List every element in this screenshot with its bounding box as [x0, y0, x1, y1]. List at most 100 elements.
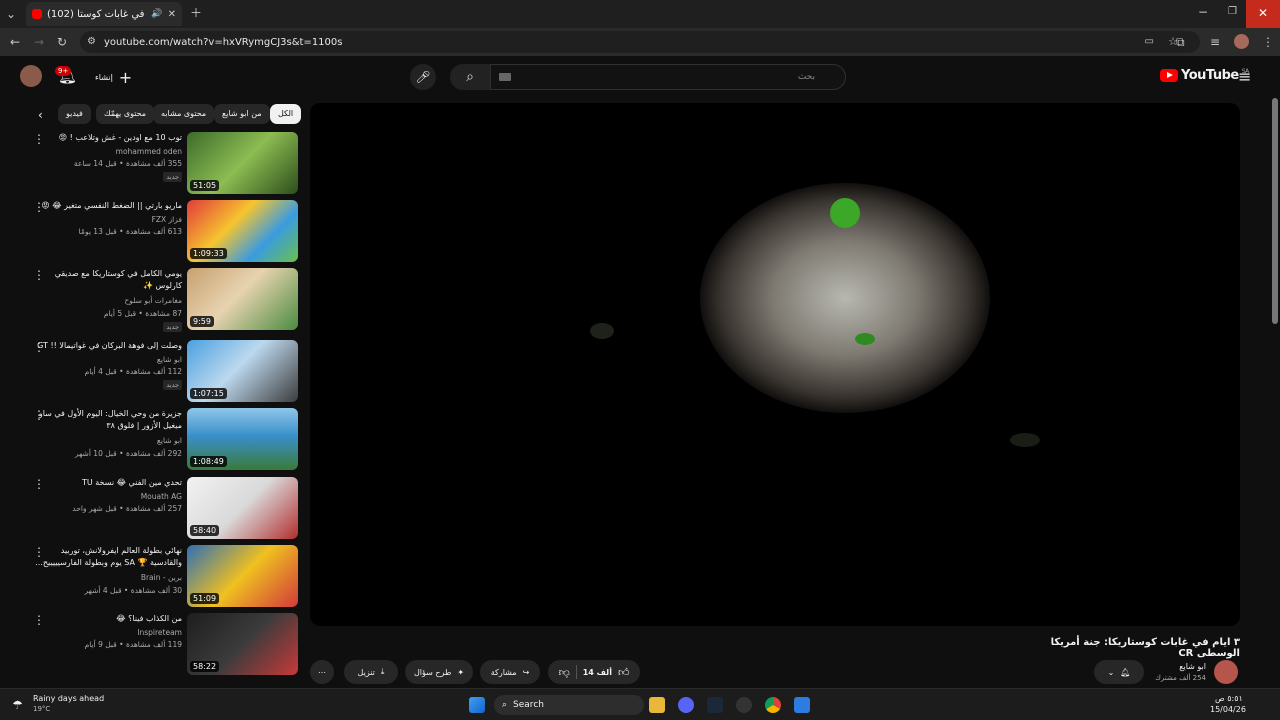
weather-icon: ☂ [12, 698, 23, 712]
windows-start-icon[interactable] [469, 697, 485, 713]
list-item[interactable]: ⋮ تحدي مين الفني 😂 نسخة TU Mouath AG 257… [30, 477, 300, 543]
weather-temp: 19°C [33, 705, 51, 713]
video-meta: 613 ألف مشاهدة • قبل 13 يومًا [78, 227, 182, 236]
voice-search-icon[interactable]: 🎤︎ [410, 64, 436, 90]
site-info-icon[interactable]: ⚙ [87, 35, 96, 49]
video-channel[interactable]: ابو شايع [157, 436, 182, 445]
restore-icon[interactable]: ❐ [1228, 5, 1237, 19]
chip-all[interactable]: الكل [270, 104, 302, 124]
search-icon: ⌕ [502, 700, 508, 710]
video-thumbnail[interactable]: 9:59 [187, 268, 298, 330]
keyboard-icon[interactable] [499, 73, 511, 81]
close-window-button[interactable]: ✕ [1246, 0, 1280, 28]
tab-search-icon[interactable]: ⌄ [6, 7, 16, 21]
video-thumbnail[interactable]: 51:05 [187, 132, 298, 194]
youtube-logo[interactable]: YouTube SA [1160, 68, 1249, 83]
minimize-icon[interactable]: − [1198, 5, 1208, 19]
video-thumbnail[interactable]: 58:40 [187, 477, 298, 539]
video-thumbnail[interactable]: 51:09 [187, 545, 298, 607]
clock-time[interactable]: ٥:٥١ ص [1215, 694, 1243, 703]
url-bar[interactable]: ⚙ youtube.com/watch?v=hxVRymgCJ3s&t=1100… [80, 31, 1200, 53]
forward-icon[interactable]: → [34, 35, 44, 49]
app-icon[interactable] [736, 697, 752, 713]
video-channel[interactable]: ابو شايع [157, 355, 182, 364]
chrome-menu-icon[interactable]: ⋮ [1262, 35, 1274, 49]
reload-icon[interactable]: ↻ [57, 35, 67, 49]
create-button[interactable]: إنشاء + [95, 67, 132, 87]
search-button[interactable]: ⌕ [450, 64, 490, 90]
dislike-icon[interactable]: 👎︎ [559, 666, 570, 679]
leaf-shape [590, 323, 614, 339]
list-item[interactable]: ⋮ وصلت إلى فوهة البركان في غواتيمالا !! … [30, 340, 300, 406]
channel-name[interactable]: ابو شايع [1150, 662, 1206, 671]
video-thumbnail[interactable]: 1:09:33 [187, 200, 298, 262]
new-tab-icon[interactable]: ＋ [190, 6, 202, 20]
video-duration: 51:09 [190, 593, 220, 604]
list-item[interactable]: ⋮ من الكذاب فينا؟ 😂 Inspireteam 119 ألف … [30, 613, 300, 679]
steam-icon[interactable] [707, 697, 723, 713]
video-channel[interactable]: Mouath AG [141, 492, 182, 501]
weather-title[interactable]: Rainy days ahead [33, 694, 104, 703]
taskbar-search[interactable]: ⌕ Search [494, 695, 644, 715]
chip-for-you[interactable]: محتوى يهمّك [96, 104, 155, 124]
url-text: youtube.com/watch?v=hxVRymgCJ3s&t=1100s [104, 36, 343, 48]
like-icon[interactable]: 👍︎ [618, 666, 630, 679]
more-actions-button[interactable]: ⋯ [310, 660, 334, 684]
more-horizontal-icon: ⋯ [318, 667, 326, 677]
account-avatar[interactable] [20, 65, 42, 87]
ask-button[interactable]: طرح سؤال ✦ [405, 660, 473, 684]
video-channel[interactable]: Inspireteam [137, 628, 182, 637]
video-meta: 119 ألف مشاهدة • قبل 9 أيام [84, 640, 182, 649]
video-player[interactable] [310, 103, 1240, 626]
subscriber-count: 254 ألف مشترك [1155, 674, 1206, 682]
video-thumbnail[interactable]: 1:08:49 [187, 408, 298, 470]
youtube-header: 🔔︎ 9+ إنشاء + 🎤︎ ⌕ بحث YouTube SA ≡ [0, 56, 1280, 98]
leaf-shape [855, 333, 875, 345]
hamburger-menu-icon[interactable]: ≡ [1238, 67, 1251, 86]
video-channel[interactable]: فزاز FZX [152, 215, 182, 224]
video-title: من الكذاب فينا؟ 😂 [116, 614, 182, 623]
list-item[interactable]: ⋮ ماريو بارتي || الضغط النفسي متغير 😂 😡 … [30, 200, 300, 266]
page-scrollbar[interactable] [1272, 98, 1278, 324]
video-meta: 30 ألف مشاهدة • قبل 4 أشهر [84, 586, 182, 595]
chip-related[interactable]: محتوى مشابه [153, 104, 215, 124]
chrome-icon[interactable] [765, 697, 781, 713]
channel-avatar[interactable] [1214, 660, 1238, 684]
subscribed-button[interactable]: ⌄ 🔔︎ [1094, 660, 1144, 684]
download-button[interactable]: تنزيل ⤓ [344, 660, 398, 684]
search-input[interactable]: بحث [490, 64, 846, 90]
search-icon: ⌕ [466, 69, 474, 85]
video-thumbnail[interactable]: 1:07:15 [187, 340, 298, 402]
taskbar: ☂ Rainy days ahead 19°C ⌕ Search ٥:٥١ ص … [0, 688, 1280, 720]
reading-list-icon[interactable]: ≡ [1210, 35, 1220, 49]
profile-avatar[interactable] [1234, 34, 1249, 49]
chips-scroll-left-icon[interactable]: ‹ [38, 108, 43, 122]
video-channel[interactable]: مغامرات أبو سلوح [124, 296, 182, 305]
cast-icon[interactable]: ▭ [1145, 35, 1154, 49]
list-item[interactable]: ⋮ يومي الكامل في كوستاريكا مع صديقي كارل… [30, 268, 300, 334]
list-item[interactable]: ⋮ توب 10 مع اودين - غش وتلاعب ! 😡 mohamm… [30, 132, 300, 198]
logo-text: YouTube [1181, 68, 1239, 83]
video-duration: 1:08:49 [190, 456, 227, 467]
like-count[interactable]: 14 ألف [583, 668, 612, 677]
chip-from-channel[interactable]: من ابو شايع [214, 104, 270, 124]
video-channel[interactable]: mohammed oden [116, 147, 182, 156]
tab-audio-icon[interactable]: 🔊 [151, 9, 162, 19]
create-label: إنشاء [95, 72, 113, 82]
list-item[interactable]: ⋮ جزيرة من وحي الخيال: اليوم الأول في سا… [30, 408, 300, 474]
video-thumbnail[interactable]: 58:22 [187, 613, 298, 675]
discord-icon[interactable] [678, 697, 694, 713]
list-item[interactable]: ⋮ نهائي بطولة العالم ايفرولانش، توربيد و… [30, 545, 300, 611]
sparkle-icon: ✦ [457, 667, 465, 677]
app-icon[interactable] [794, 697, 810, 713]
browser-tab[interactable]: (102) ٣ ايام في غابات كوستا... 🔊 ✕ [26, 2, 182, 26]
video-duration: 1:07:15 [190, 388, 227, 399]
share-button[interactable]: مشاركة ↪ [480, 660, 540, 684]
extensions-icon[interactable]: ⧉ [1176, 35, 1185, 49]
tab-close-icon[interactable]: ✕ [168, 9, 176, 20]
video-duration: 58:40 [190, 525, 220, 536]
chip-videos[interactable]: فيديو [58, 104, 91, 124]
file-explorer-icon[interactable] [649, 697, 665, 713]
back-icon[interactable]: ← [10, 35, 20, 49]
video-channel[interactable]: برين - Brain [141, 573, 182, 582]
